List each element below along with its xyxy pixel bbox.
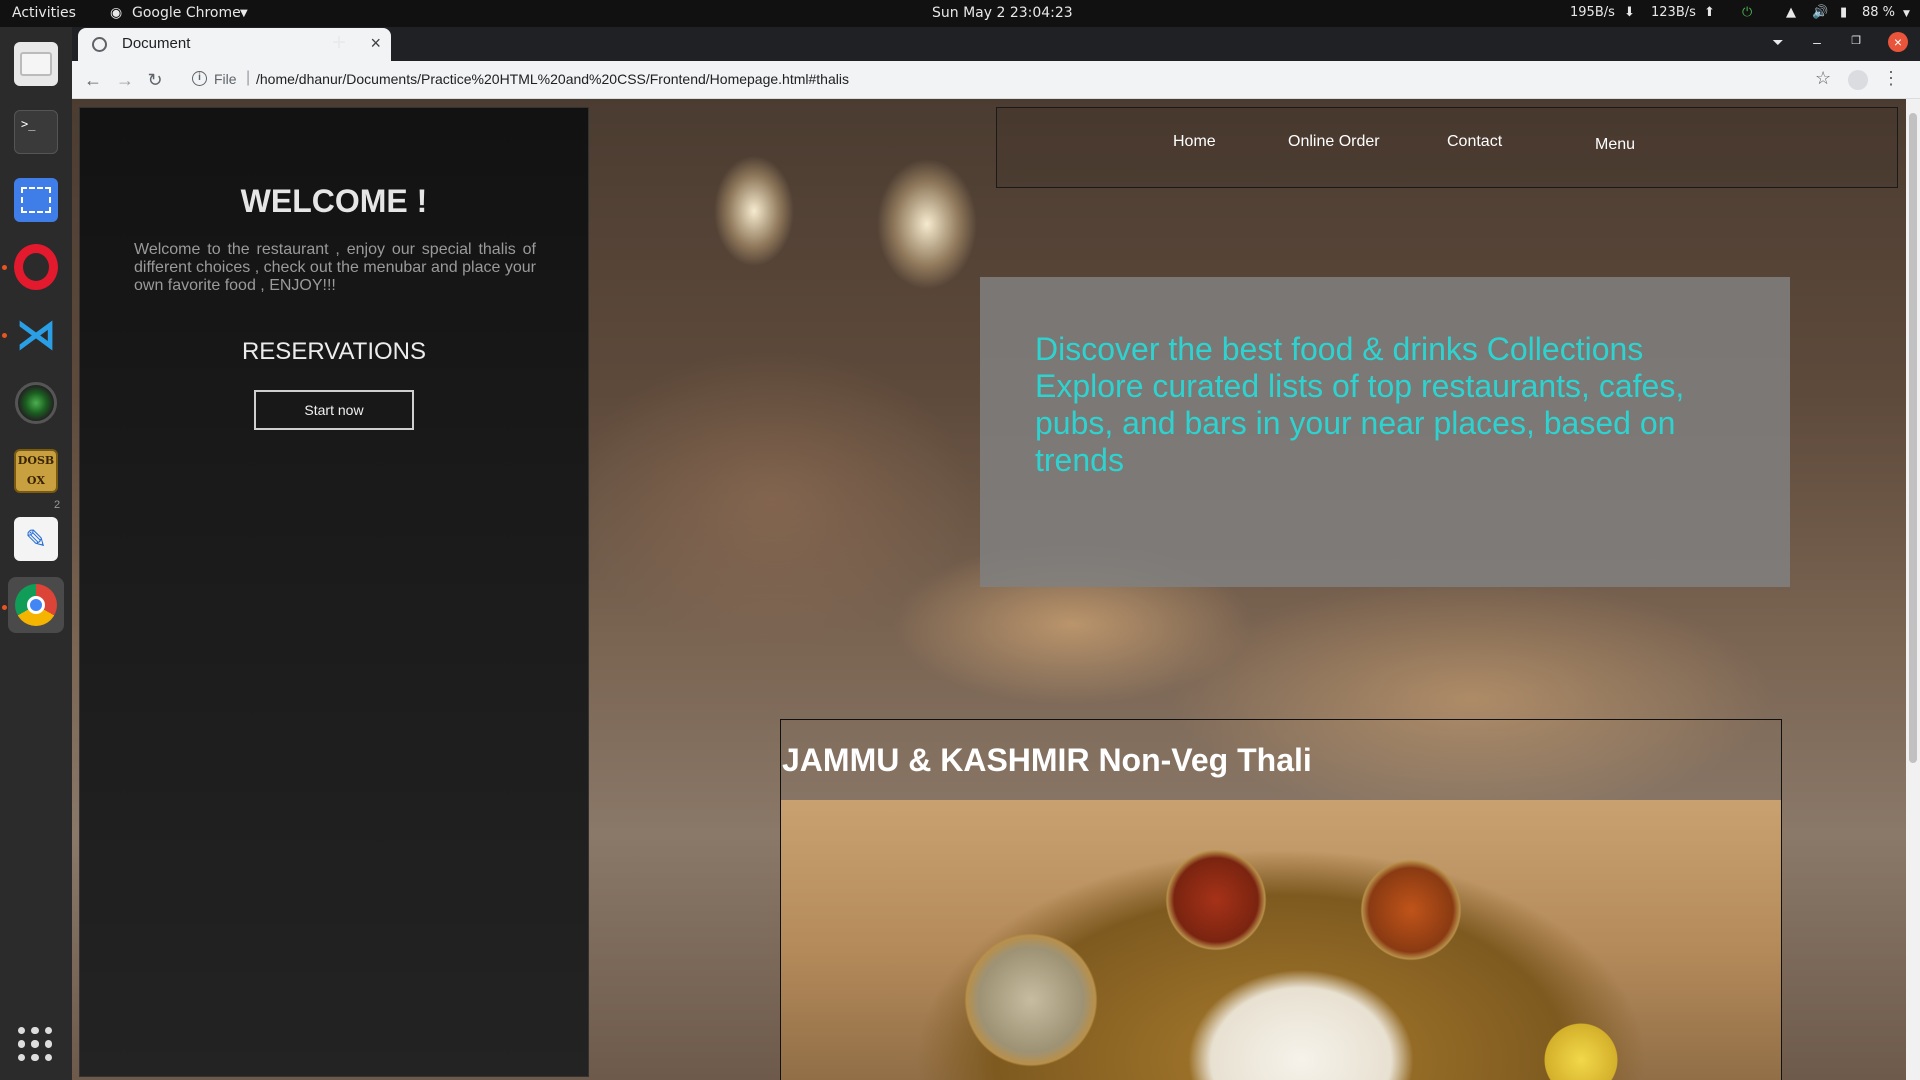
nav-contact-link[interactable]: Contact	[1447, 133, 1502, 151]
chrome-small-icon: ◉	[110, 5, 123, 21]
dock-chrome[interactable]	[8, 577, 64, 633]
system-menu-caret-icon[interactable]: ▼	[1903, 9, 1910, 19]
hero-text: Discover the best food & drinks Collecti…	[1035, 331, 1685, 478]
site-navbar: Home Online Order Contact Menu	[996, 107, 1898, 188]
dock-text-editor[interactable]: ✎	[8, 511, 64, 567]
back-icon[interactable]: ←	[80, 67, 106, 93]
clock[interactable]: Sun May 2 23:04:23	[932, 5, 1073, 21]
reservations-heading: RESERVATIONS	[241, 338, 427, 365]
nav-home-link[interactable]: Home	[1173, 133, 1216, 151]
welcome-paragraph: Welcome to the restaurant , enjoy our sp…	[134, 241, 536, 294]
tab-title: Document	[122, 35, 191, 52]
dosbox-letter: D	[17, 454, 28, 467]
dosbox-letter: O	[27, 454, 37, 467]
dock-opera[interactable]	[8, 239, 64, 295]
download-arrow-icon: ⬇	[1624, 5, 1635, 20]
terminal-icon: >_	[14, 110, 58, 154]
running-indicator	[2, 265, 7, 270]
address-bar[interactable]: i File | /home/dhanur/Documents/Practice…	[180, 65, 1865, 95]
url-text[interactable]: /home/dhanur/Documents/Practice%20HTML%2…	[256, 71, 849, 87]
forward-icon[interactable]: →	[112, 67, 138, 93]
upload-arrow-icon: ⬆	[1704, 5, 1715, 20]
thali-title: JAMMU & KASHMIR Non-Veg Thali	[782, 742, 1312, 778]
text-editor-icon: ✎	[14, 517, 58, 561]
close-window-icon[interactable]: ×	[1888, 32, 1908, 52]
dock-badge: 2	[54, 499, 61, 511]
web-page: WELCOME ! Welcome to the restaurant , en…	[72, 99, 1920, 1080]
hero-box: Discover the best food & drinks Collecti…	[980, 277, 1790, 587]
tab-close-icon[interactable]: ×	[370, 33, 381, 54]
dock-camera[interactable]	[8, 375, 64, 431]
dock: >_ ⋊ DOSBOX 2 ✎	[0, 27, 72, 1080]
vscode-icon: ⋊	[16, 313, 56, 357]
tab-strip: Document × + ⏷ – ❐ ×	[72, 27, 1920, 61]
dosbox-letter: O	[26, 474, 37, 487]
tab-search-icon[interactable]: ⏷	[1768, 34, 1788, 51]
browser-toolbar: ← → ↻ i File | /home/dhanur/Documents/Pr…	[72, 61, 1920, 99]
power-status-icon[interactable]: ⏻	[1742, 5, 1752, 20]
app-menu-caret-icon: ▼	[240, 8, 248, 19]
opera-icon	[14, 244, 58, 290]
dosbox-letter: X	[36, 474, 46, 487]
screenshot-icon	[14, 178, 58, 222]
battery-icon[interactable]: ▮	[1840, 5, 1847, 20]
bookmark-star-icon[interactable]: ☆	[1815, 68, 1831, 89]
app-menu[interactable]: Google Chrome	[132, 5, 241, 21]
welcome-side-panel: WELCOME ! Welcome to the restaurant , en…	[79, 107, 589, 1077]
dock-screenshot[interactable]	[8, 172, 64, 228]
nav-online-order-link[interactable]: Online Order	[1288, 133, 1380, 151]
info-icon[interactable]: i	[192, 71, 207, 86]
volume-icon[interactable]: 🔊	[1812, 5, 1828, 20]
dosbox-letter: S	[36, 454, 45, 467]
dosbox-letter: B	[44, 454, 55, 467]
more-menu-icon[interactable]: ⋮	[1882, 68, 1900, 89]
dock-terminal[interactable]: >_	[8, 104, 64, 160]
dock-dosbox[interactable]: DOSBOX	[8, 443, 64, 499]
minimize-icon[interactable]: –	[1807, 34, 1827, 50]
restore-icon[interactable]: ❐	[1846, 34, 1866, 47]
page-scrollbar[interactable]	[1906, 99, 1920, 1080]
new-tab-button[interactable]: +	[325, 29, 353, 57]
camera-icon	[14, 381, 58, 425]
running-indicator	[2, 605, 7, 610]
running-indicator	[2, 333, 7, 338]
net-download-speed: 195B/s	[1570, 5, 1615, 20]
profile-avatar-icon[interactable]	[1848, 70, 1868, 90]
show-applications-icon[interactable]	[18, 1027, 52, 1061]
scrollbar-thumb[interactable]	[1909, 113, 1917, 763]
url-scheme: File	[214, 71, 237, 87]
system-top-bar: Activities ◉ Google Chrome ▼ Sun May 2 2…	[0, 0, 1920, 27]
chrome-icon	[14, 583, 58, 627]
reload-icon[interactable]: ↻	[142, 67, 168, 93]
start-now-button[interactable]: Start now	[254, 390, 414, 430]
files-icon	[14, 42, 58, 86]
activities-button[interactable]: Activities	[12, 5, 76, 21]
dock-files[interactable]	[8, 36, 64, 92]
net-upload-speed: 123B/s	[1651, 5, 1696, 20]
thali-image	[781, 800, 1781, 1080]
dock-vscode[interactable]: ⋊	[8, 307, 64, 363]
thali-card: JAMMU & KASHMIR Non-Veg Thali	[780, 719, 1782, 1080]
wifi-icon[interactable]: ▲	[1786, 5, 1796, 20]
battery-percent[interactable]: 88 %	[1862, 5, 1895, 20]
welcome-heading: WELCOME !	[240, 183, 428, 219]
globe-icon	[92, 37, 107, 52]
dosbox-icon: DOSBOX	[14, 449, 58, 493]
url-separator: |	[246, 69, 251, 86]
nav-menu-link[interactable]: Menu	[1595, 136, 1635, 154]
